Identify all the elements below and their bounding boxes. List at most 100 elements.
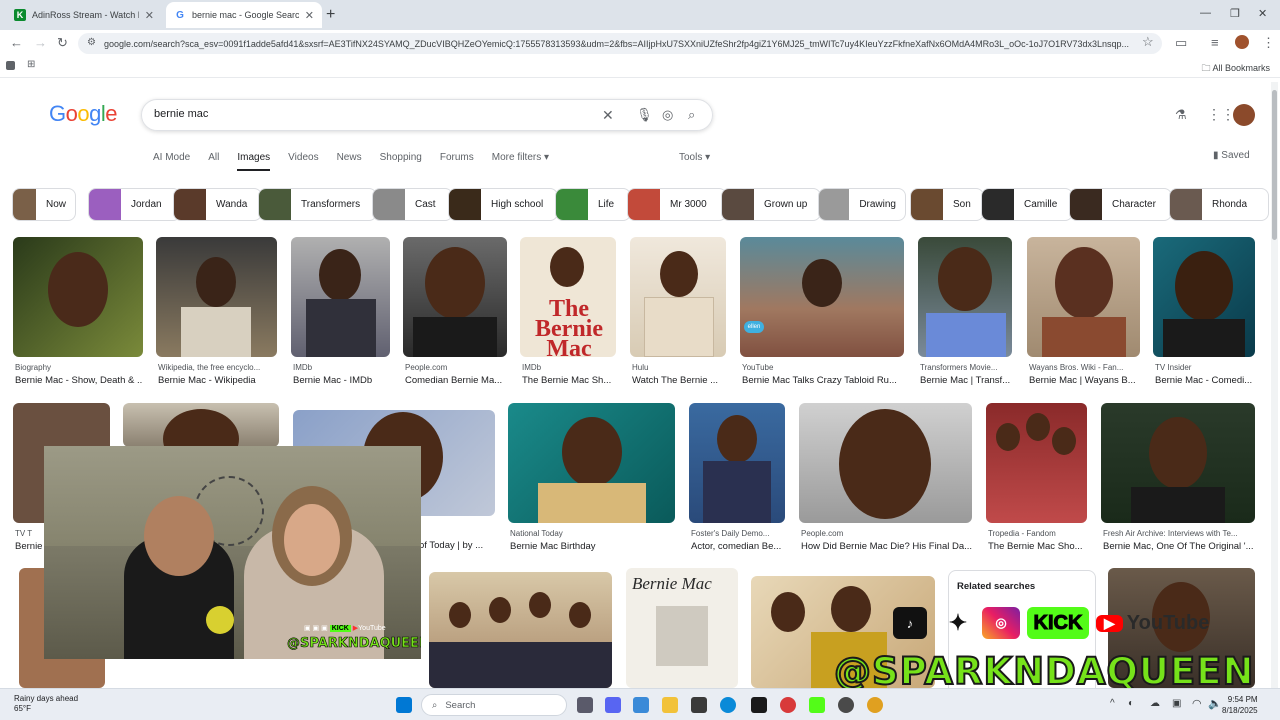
google-logo[interactable]: Google — [49, 101, 118, 127]
chip[interactable]: Grown up — [721, 188, 821, 221]
steam-icon[interactable] — [838, 697, 854, 713]
clear-icon[interactable]: ✕ — [602, 107, 614, 124]
image-result[interactable] — [429, 572, 612, 688]
wifi-icon[interactable]: ◠ — [1192, 697, 1202, 710]
kick-app-icon[interactable] — [809, 697, 825, 713]
minimize-icon[interactable]: — — [1200, 7, 1211, 19]
reload-icon[interactable]: ↻ — [57, 35, 68, 51]
result-image[interactable] — [156, 237, 277, 357]
new-tab-icon[interactable]: + — [326, 6, 335, 24]
chip[interactable]: Son — [910, 188, 984, 221]
result-image[interactable] — [403, 237, 507, 357]
tab-news[interactable]: News — [337, 152, 362, 171]
result-source[interactable]: Foster's Daily Demo... — [691, 529, 785, 538]
tab-images[interactable]: Images — [237, 152, 271, 171]
search-box[interactable]: ✕ 🎙 ◎ ⌕ — [141, 99, 713, 131]
discord-icon[interactable] — [605, 697, 621, 713]
browser-tab-google[interactable]: G bernie mac - Google Search ✕ — [166, 2, 322, 28]
image-result[interactable]: Tropedia - Fandom The Bernie Mac Sho... — [986, 403, 1087, 553]
apps-grid-icon[interactable]: ⊞ — [27, 59, 35, 70]
more-filters-dropdown[interactable]: More filters ▾ — [492, 152, 549, 171]
result-source[interactable]: People.com — [405, 363, 507, 372]
result-source[interactable]: IMDb — [522, 363, 616, 372]
volume-icon[interactable]: 🔈 — [1208, 697, 1222, 710]
result-image[interactable] — [123, 403, 279, 447]
image-result[interactable]: Fresh Air Archive: Interviews with Te...… — [1101, 403, 1255, 553]
obs-icon[interactable] — [780, 697, 796, 713]
result-title[interactable]: Bernie Mac | Wayans B... — [1029, 375, 1140, 386]
taskbar-clock[interactable]: 9:54 PM 8/18/2025 — [1222, 694, 1258, 716]
result-source[interactable]: YouTube — [742, 363, 904, 372]
result-image[interactable] — [689, 403, 785, 523]
result-image[interactable] — [986, 403, 1087, 523]
bookmark-star-icon[interactable]: ☆ — [1142, 34, 1154, 50]
chrome-icon[interactable] — [867, 697, 883, 713]
result-source[interactable]: Fresh Air Archive: Interviews with Te... — [1103, 529, 1255, 538]
image-result[interactable]: The Bernie Mac IMDb The Bernie Mac Sh... — [520, 237, 616, 387]
search-icon[interactable]: ⌕ — [688, 107, 695, 123]
result-title[interactable]: Bernie Mac, One Of The Original '... — [1103, 541, 1255, 552]
chip[interactable]: Rhonda — [1169, 188, 1269, 221]
result-source[interactable]: TV Insider — [1155, 363, 1255, 372]
result-title[interactable]: Bernie Mac - Wikipedia — [158, 375, 277, 386]
menu-icon[interactable]: ⋮ — [1262, 35, 1275, 51]
windows-start-icon[interactable] — [396, 697, 412, 713]
result-image[interactable]: ellen — [740, 237, 904, 357]
image-result[interactable]: TV Insider Bernie Mac - Comedi... — [1153, 237, 1255, 387]
chip[interactable]: Cast — [372, 188, 453, 221]
google-apps-icon[interactable]: ⋮⋮ — [1207, 106, 1235, 123]
result-image[interactable] — [630, 237, 726, 357]
result-source[interactable]: Biography — [15, 363, 143, 372]
result-title[interactable]: How Did Bernie Mac Die? His Final Da... — [801, 541, 972, 552]
weather-widget[interactable]: Rainy days ahead 65°F — [14, 694, 78, 714]
file-explorer-icon[interactable] — [662, 697, 678, 713]
result-image[interactable] — [291, 237, 390, 357]
task-view-icon[interactable] — [577, 697, 593, 713]
browser-tab-adinross[interactable]: K AdinRoss Stream - Watch Live o ✕ — [6, 2, 162, 28]
result-source[interactable]: Tropedia - Fandom — [988, 529, 1087, 538]
result-source[interactable]: Wayans Bros. Wiki - Fan... — [1029, 363, 1140, 372]
site-info-icon[interactable]: ⚙ — [87, 37, 96, 48]
chip[interactable]: Life — [555, 188, 631, 221]
app-icon[interactable] — [751, 697, 767, 713]
labs-icon[interactable]: ⚗ — [1175, 107, 1187, 123]
microphone-icon[interactable]: 🎙 — [636, 107, 653, 123]
tab-videos[interactable]: Videos — [288, 152, 318, 171]
taskbar-search[interactable]: ⌕ Search — [421, 694, 567, 716]
tab-forums[interactable]: Forums — [440, 152, 474, 171]
image-result[interactable]: Hulu Watch The Bernie ... — [630, 237, 726, 387]
image-result[interactable]: Bernie Mac — [626, 568, 738, 688]
chip[interactable]: Camille — [981, 188, 1073, 221]
result-source[interactable]: Transformers Movie... — [920, 363, 1012, 372]
result-source[interactable]: Hulu — [632, 363, 726, 372]
result-title[interactable]: Comedian Bernie Ma... — [405, 375, 507, 386]
onedrive-icon[interactable]: ☁ — [1150, 698, 1160, 709]
forward-icon[interactable]: → — [34, 35, 47, 50]
edge-icon[interactable] — [720, 697, 736, 713]
image-result[interactable]: Foster's Daily Demo... Actor, comedian B… — [689, 403, 785, 553]
chip[interactable]: Wanda — [173, 188, 262, 221]
image-result[interactable]: People.com How Did Bernie Mac Die? His F… — [799, 403, 972, 553]
result-image[interactable] — [1027, 237, 1140, 357]
result-title[interactable]: The Bernie Mac Sh... — [522, 375, 616, 386]
result-image[interactable] — [13, 237, 143, 357]
cast-icon[interactable]: ▭ — [1175, 35, 1187, 51]
result-title[interactable]: Bernie Mac - Comedi... — [1155, 375, 1255, 386]
result-title[interactable]: Bernie Mac - Show, Death & ... — [15, 375, 143, 386]
maximize-icon[interactable]: ❐ — [1230, 7, 1240, 20]
result-image[interactable]: The Bernie Mac — [520, 237, 616, 357]
address-bar[interactable]: ⚙ google.com/search?sca_esv=0091f1adde5a… — [78, 33, 1162, 54]
chip[interactable]: Character — [1069, 188, 1172, 221]
image-result[interactable]: IMDb Bernie Mac - IMDb — [291, 237, 390, 387]
chip[interactable]: High school — [448, 188, 558, 221]
result-image[interactable] — [1153, 237, 1255, 357]
chip[interactable]: Mr 3000 — [627, 188, 727, 221]
image-result[interactable]: Transformers Movie... Bernie Mac | Trans… — [918, 237, 1012, 387]
result-image[interactable] — [508, 403, 675, 523]
result-title[interactable]: Bernie Mac | Transf... — [920, 375, 1012, 386]
copilot-icon[interactable] — [633, 697, 649, 713]
page-scrollbar-thumb[interactable] — [1272, 90, 1277, 240]
tools-dropdown[interactable]: Tools ▾ — [679, 152, 710, 163]
result-source[interactable]: People.com — [801, 529, 972, 538]
store-icon[interactable] — [691, 697, 707, 713]
